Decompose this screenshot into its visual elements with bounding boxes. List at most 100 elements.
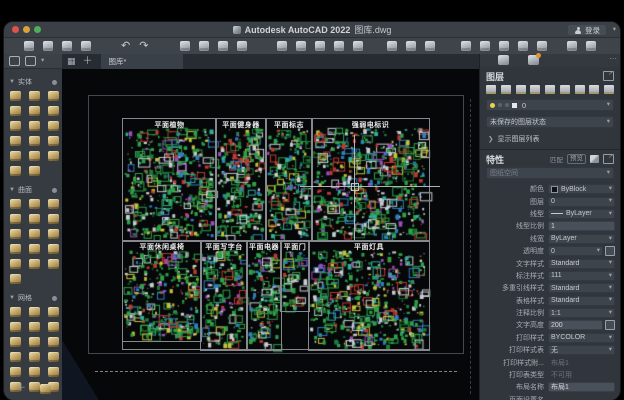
modeling-tool-icon[interactable]: [29, 259, 40, 269]
new-tab-button[interactable]: ＋: [83, 57, 93, 67]
palette-chevron-icon[interactable]: ▾: [41, 58, 44, 65]
layer-off-icon[interactable]: [486, 85, 496, 94]
block-library-section[interactable]: 强弱电标识: [311, 118, 430, 242]
modeling-tool-icon[interactable]: [10, 322, 21, 332]
match-properties-brush-icon[interactable]: [590, 155, 599, 163]
properties-icon[interactable]: [480, 41, 490, 51]
property-dropdown[interactable]: 0▾: [548, 246, 603, 256]
layer-freeze-icon[interactable]: [516, 85, 526, 94]
block-library-section[interactable]: 平面休闲桌椅: [122, 240, 202, 342]
modeling-tool-icon[interactable]: [29, 307, 40, 317]
save-as-icon[interactable]: [81, 41, 91, 51]
palette-view-icon[interactable]: [9, 56, 20, 66]
pick-height-icon[interactable]: [605, 320, 615, 330]
modeling-tool-icon[interactable]: [29, 337, 40, 347]
modeling-tool-icon[interactable]: [10, 106, 21, 116]
add-tool-button[interactable]: ＋: [16, 384, 26, 394]
paste-clip-icon[interactable]: [237, 41, 247, 51]
open-icon[interactable]: [43, 41, 53, 51]
modeling-tool-icon[interactable]: [48, 307, 59, 317]
plot-icon[interactable]: [180, 41, 190, 51]
save-icon[interactable]: [62, 41, 72, 51]
blocks-icon[interactable]: [537, 41, 547, 51]
modeling-tool-icon[interactable]: [29, 106, 40, 116]
layer-state-select[interactable]: 未保存的图层状态 ▾: [486, 116, 614, 128]
property-dropdown[interactable]: 无▾: [548, 345, 615, 355]
undo-icon[interactable]: ↶: [121, 41, 130, 51]
drawing-tab[interactable]: 图库*: [101, 54, 183, 69]
modeling-tool-icon[interactable]: [10, 274, 21, 284]
property-dropdown[interactable]: 1:1▾: [548, 308, 615, 318]
layer-state-icon[interactable]: [528, 55, 539, 65]
layers-panel-icon[interactable]: [498, 55, 509, 65]
block-library-section[interactable]: 平面电器: [246, 240, 282, 351]
properties-popout-icon[interactable]: [603, 154, 614, 164]
layer-isolate-icon[interactable]: [501, 85, 511, 94]
redo-icon[interactable]: ↷: [139, 41, 148, 51]
measure-icon[interactable]: [353, 41, 363, 51]
modeling-tool-icon[interactable]: [48, 136, 59, 146]
tool-stack-icon[interactable]: [40, 384, 51, 394]
modeling-tool-icon[interactable]: [29, 244, 40, 254]
palette-group-icon[interactable]: [25, 56, 36, 66]
selection-type-select[interactable]: 图纸空间 ▾: [486, 167, 614, 179]
modeling-tool-icon[interactable]: [29, 367, 40, 377]
property-input[interactable]: 布局1: [548, 382, 615, 392]
layer-unlock-icon[interactable]: [545, 85, 555, 94]
more-icon[interactable]: ⋯: [609, 54, 617, 63]
modeling-tool-icon[interactable]: [10, 91, 21, 101]
transparency-icon[interactable]: [605, 246, 615, 256]
modeling-tool-icon[interactable]: [48, 322, 59, 332]
modeling-tool-icon[interactable]: [10, 151, 21, 161]
property-dropdown[interactable]: Standard▾: [548, 296, 615, 306]
zoom-window-icon[interactable]: [387, 41, 397, 51]
modeling-tool-icon[interactable]: [48, 151, 59, 161]
options-icon[interactable]: [567, 41, 577, 51]
match-properties-icon[interactable]: [334, 41, 344, 51]
property-dropdown[interactable]: ByLayer▾: [548, 234, 615, 244]
plot-preview-icon[interactable]: [199, 41, 209, 51]
modeling-tool-icon[interactable]: [10, 136, 21, 146]
block-library-section[interactable]: 平面灯具: [308, 240, 430, 351]
modeling-tool-icon[interactable]: [10, 214, 21, 224]
layer-match-icon[interactable]: [560, 85, 570, 94]
modeling-tool-icon[interactable]: [48, 91, 59, 101]
layers-popout-icon[interactable]: [603, 71, 614, 81]
palette-section-header[interactable]: ▼曲面: [4, 184, 62, 196]
viewport-grid-icon[interactable]: ▦: [67, 57, 76, 66]
modeling-tool-icon[interactable]: [48, 199, 59, 209]
modeling-tool-icon[interactable]: [10, 166, 21, 176]
modeling-tool-icon[interactable]: [48, 214, 59, 224]
layer-select[interactable]: 0 ▾: [486, 99, 614, 111]
property-dropdown[interactable]: ByLayer▾: [548, 209, 615, 219]
orbit-icon[interactable]: [425, 41, 435, 51]
modeling-tool-icon[interactable]: [29, 214, 40, 224]
modeling-tool-icon[interactable]: [10, 352, 21, 362]
modeling-tool-icon[interactable]: [10, 259, 21, 269]
modeling-tool-icon[interactable]: [48, 352, 59, 362]
modeling-tool-icon[interactable]: [29, 121, 40, 131]
modeling-tool-icon[interactable]: [29, 352, 40, 362]
modeling-tool-icon[interactable]: [29, 229, 40, 239]
layer-properties-icon[interactable]: [461, 41, 471, 51]
preview-toggle[interactable]: 预览: [567, 154, 586, 164]
property-input[interactable]: 200: [548, 320, 603, 330]
property-dropdown[interactable]: 0▾: [548, 197, 615, 207]
tool-palettes-icon[interactable]: [518, 41, 528, 51]
modeling-tool-icon[interactable]: [48, 337, 59, 347]
show-layer-list-button[interactable]: ❯ 显示图层列表: [488, 134, 539, 144]
block-library-section[interactable]: 平面健身器: [215, 118, 267, 242]
property-dropdown[interactable]: BYCOLOR▾: [548, 333, 615, 343]
help-icon[interactable]: [586, 41, 596, 51]
modeling-tool-icon[interactable]: [48, 106, 59, 116]
property-dropdown[interactable]: 111▾: [548, 271, 615, 281]
block-library-section[interactable]: 平面标志: [265, 118, 313, 242]
model-canvas[interactable]: 平面植物平面健身器平面标志强弱电标识平面休闲桌椅平面写字台平面电器平面门平面灯具: [62, 69, 480, 400]
block-library-section[interactable]: 平面植物: [122, 118, 217, 242]
property-dropdown[interactable]: Standard▾: [548, 283, 615, 293]
layer-prev-icon[interactable]: [575, 85, 585, 94]
block-library-section[interactable]: 平面门: [280, 240, 310, 312]
property-input[interactable]: 1: [548, 221, 615, 231]
layer-lock-icon[interactable]: [530, 85, 540, 94]
modeling-tool-icon[interactable]: [29, 136, 40, 146]
